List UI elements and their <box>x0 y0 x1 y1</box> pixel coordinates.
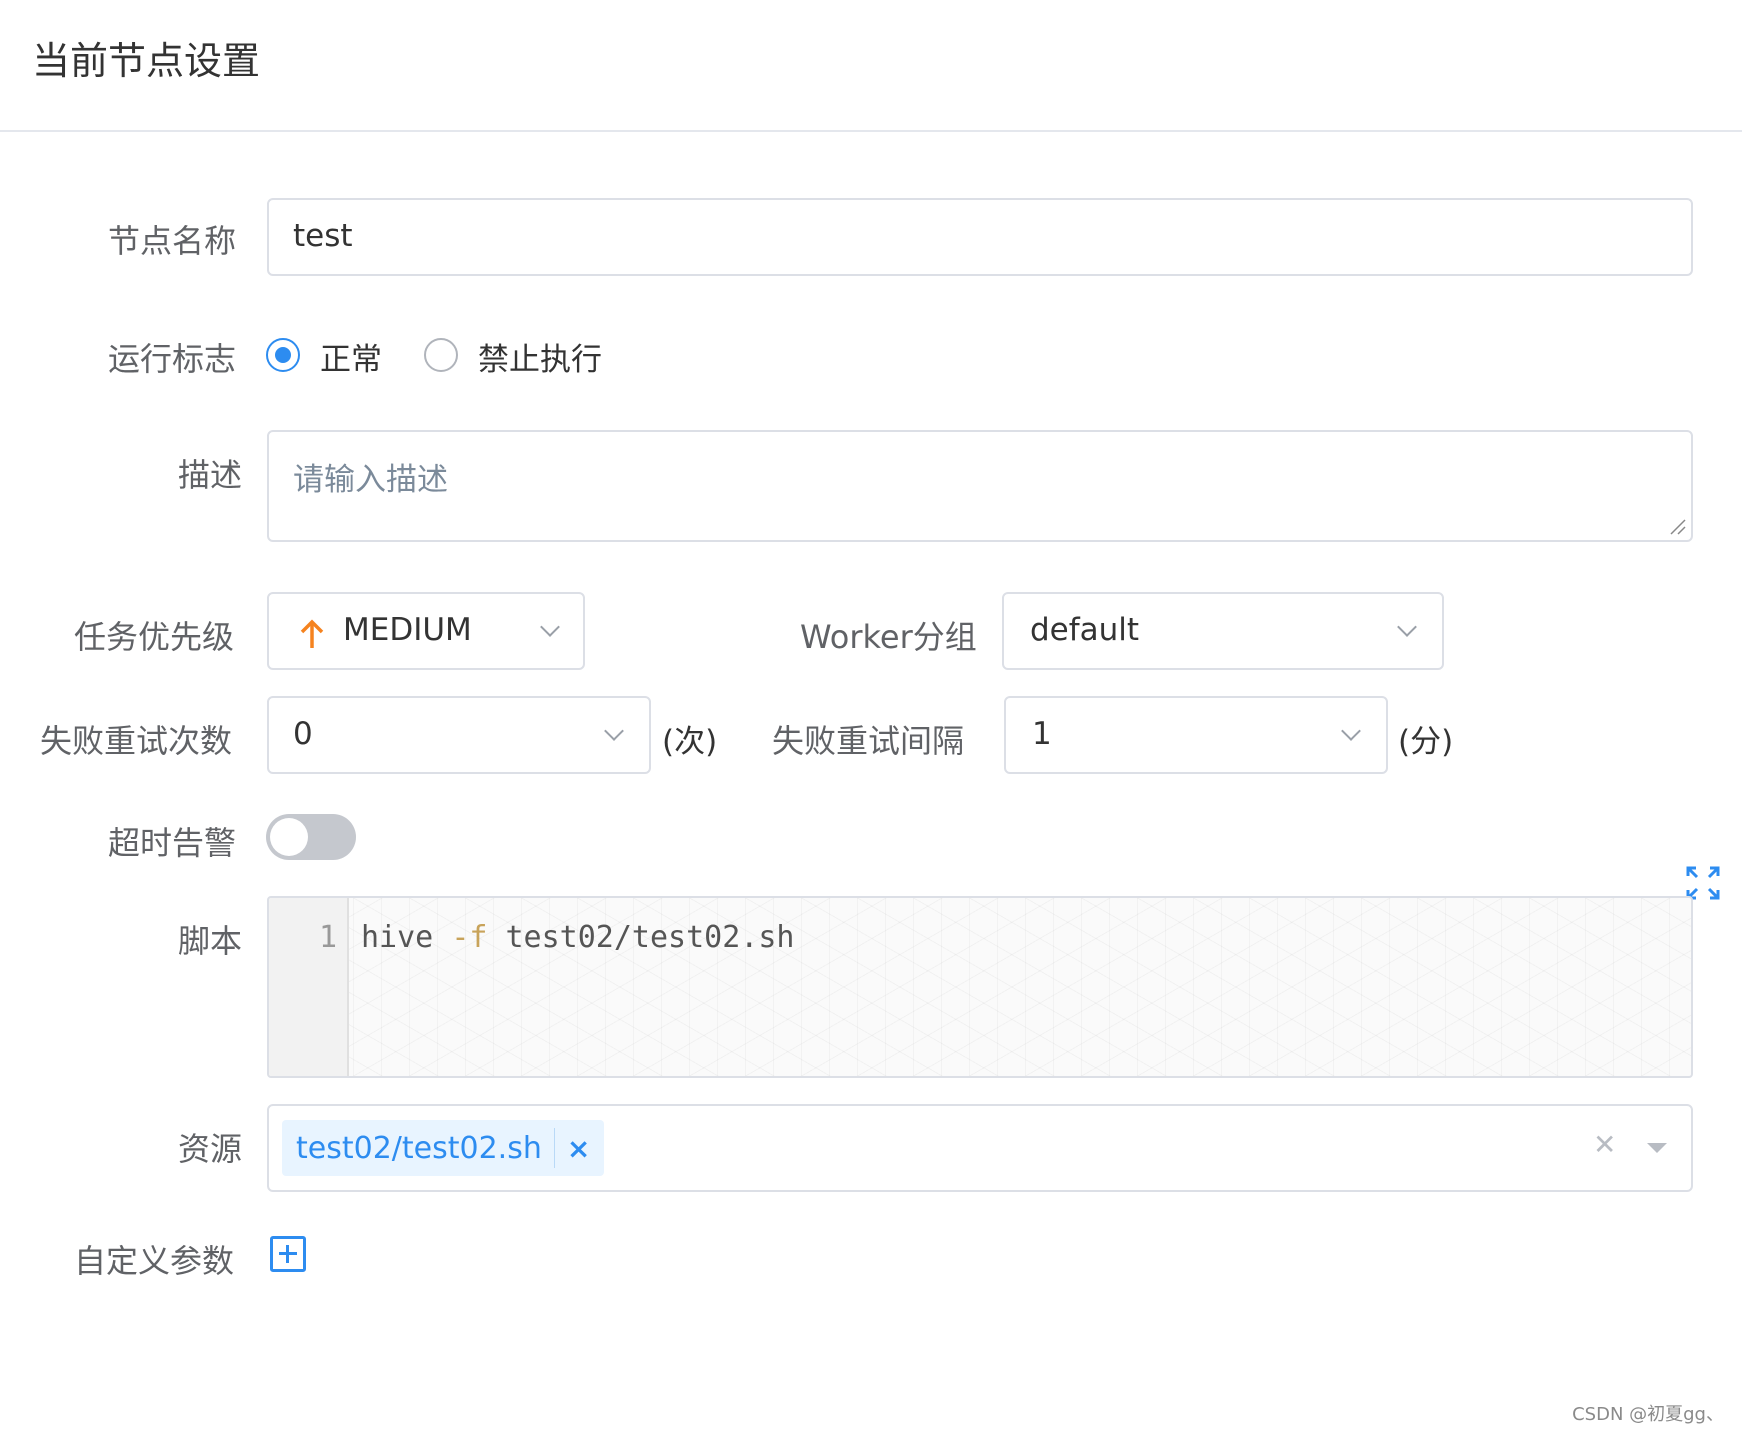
retry-interval-label: 失败重试间隔 <box>772 722 965 760</box>
resources-label: 资源 <box>178 1130 243 1168</box>
run-flag-normal-radio[interactable] <box>266 338 300 372</box>
retry-times-unit: (次) <box>662 724 718 760</box>
arrow-up-icon <box>300 619 324 648</box>
run-flag-forbid-label[interactable]: 禁止执行 <box>478 334 602 379</box>
code-line[interactable]: hive -f test02/test02.sh <box>361 920 794 955</box>
code-flag: -f <box>451 920 488 955</box>
panel-header: 当前节点设置 <box>0 0 1742 132</box>
priority-label: 任务优先级 <box>74 618 235 656</box>
code-argument: test02/test02.sh <box>487 920 795 955</box>
resize-handle-icon[interactable] <box>1669 518 1687 536</box>
run-flag-normal-label[interactable]: 正常 <box>320 334 382 379</box>
add-param-icon[interactable] <box>270 1236 306 1272</box>
retry-times-select[interactable]: 0 <box>267 696 651 774</box>
close-icon[interactable]: × <box>567 1132 590 1165</box>
priority-select[interactable]: MEDIUM <box>267 592 585 670</box>
chevron-down-icon <box>1397 617 1417 637</box>
custom-params-label: 自定义参数 <box>74 1242 235 1280</box>
timeout-alarm-switch[interactable] <box>266 814 356 860</box>
chevron-down-icon <box>540 617 560 637</box>
resource-tag-label: test02/test02.sh <box>296 1130 542 1166</box>
script-editor[interactable]: 1 hive -f test02/test02.sh <box>267 896 1693 1078</box>
line-gutter: 1 <box>269 898 349 1076</box>
worker-group-label: Worker分组 <box>800 618 977 656</box>
page-title: 当前节点设置 <box>32 39 261 83</box>
watermark: CSDN @初夏gg、 <box>1572 1404 1724 1425</box>
priority-value: MEDIUM <box>343 612 472 648</box>
chevron-down-icon <box>1341 721 1361 741</box>
worker-group-value: default <box>1030 612 1140 648</box>
run-flag-forbid-radio[interactable] <box>424 338 458 372</box>
timeout-alarm-label: 超时告警 <box>108 824 237 862</box>
description-label: 描述 <box>178 456 243 494</box>
worker-group-select[interactable]: default <box>1002 592 1444 670</box>
description-placeholder: 请输入描述 <box>293 462 448 498</box>
run-flag-label: 运行标志 <box>108 340 237 378</box>
node-name-input[interactable]: test <box>267 198 1693 276</box>
retry-times-value: 0 <box>293 716 313 752</box>
retry-interval-select[interactable]: 1 <box>1004 696 1388 774</box>
clear-icon[interactable]: ✕ <box>1593 1128 1616 1161</box>
line-number: 1 <box>318 920 337 955</box>
retry-interval-value: 1 <box>1032 716 1052 752</box>
script-label: 脚本 <box>178 922 243 960</box>
node-name-value: test <box>293 218 353 254</box>
caret-down-icon[interactable] <box>1645 1140 1669 1156</box>
code-command: hive <box>361 920 452 955</box>
node-name-label: 节点名称 <box>108 222 237 260</box>
chevron-down-icon <box>604 721 624 741</box>
resource-tag: test02/test02.sh × <box>282 1120 605 1176</box>
description-textarea[interactable]: 请输入描述 <box>267 430 1693 542</box>
switch-knob <box>270 818 308 856</box>
tag-divider <box>553 1128 555 1168</box>
retry-interval-unit: (分) <box>1398 724 1454 760</box>
retry-times-label: 失败重试次数 <box>40 722 233 760</box>
fullscreen-icon[interactable] <box>1686 866 1720 900</box>
